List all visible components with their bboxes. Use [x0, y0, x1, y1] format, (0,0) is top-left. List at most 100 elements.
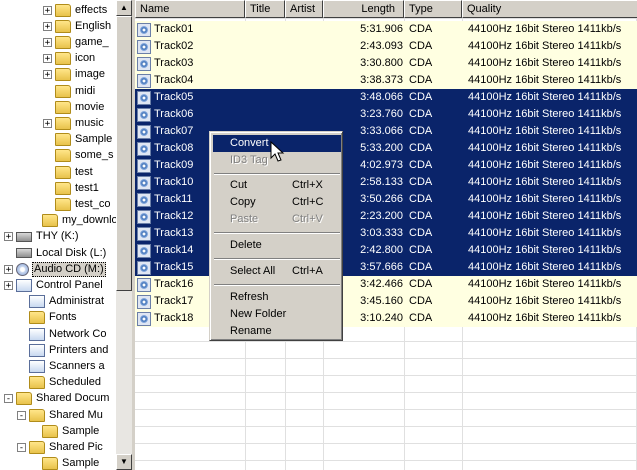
track-name-cell: Track02: [135, 38, 245, 55]
tree-item[interactable]: + English: [43, 18, 112, 34]
tree-item[interactable]: midi: [43, 83, 96, 99]
expand-toggle-icon[interactable]: +: [43, 5, 52, 15]
tree-item[interactable]: + THY (K:): [4, 229, 80, 245]
tree-item-label: Control Panel: [36, 278, 103, 291]
tree-item[interactable]: + game_: [43, 34, 110, 50]
tree-item[interactable]: + image: [43, 67, 106, 83]
expand-toggle-icon[interactable]: +: [4, 232, 13, 242]
track-row[interactable]: Track04 3:38.373 CDA 44100Hz 16bit Stereo 1…: [135, 72, 637, 89]
expand-toggle-icon[interactable]: -: [4, 394, 13, 404]
tree-item[interactable]: + Control Panel: [4, 277, 104, 293]
track-quality: 44100Hz 16bit Stereo 1411kb/s: [468, 227, 622, 239]
track-name: Track07: [154, 125, 194, 137]
menu-item-rename[interactable]: Rename: [213, 323, 341, 340]
column-header-length[interactable]: Length: [323, 0, 404, 18]
menu-item-refresh[interactable]: Refresh: [213, 289, 341, 306]
track-row[interactable]: Track03 3:30.800 CDA 44100Hz 16bit Stereo 1…: [135, 55, 637, 72]
scroll-down-button[interactable]: ▼: [116, 454, 132, 470]
expand-toggle-icon[interactable]: +: [43, 37, 52, 47]
folder-icon: [16, 392, 32, 406]
tree-item[interactable]: my_downlo: [30, 213, 116, 229]
tree-item[interactable]: Fonts: [17, 310, 78, 326]
drive-icon: [16, 248, 32, 258]
track-row[interactable]: Track06 3:23.760 CDA 44100Hz 16bit Stereo 1…: [135, 106, 637, 123]
track-row[interactable]: Track02 2:43.093 CDA 44100Hz 16bit Stereo 1…: [135, 38, 637, 55]
expand-toggle-icon[interactable]: +: [43, 118, 52, 128]
tree-item-label: midi: [75, 84, 96, 97]
control-panel-icon: [29, 295, 45, 309]
menu-item-delete[interactable]: Delete: [213, 237, 341, 254]
expand-toggle-icon[interactable]: -: [17, 410, 26, 420]
folder-icon: [55, 149, 71, 163]
tree-item[interactable]: test_co: [43, 196, 111, 212]
tree-item-label: music: [75, 116, 104, 129]
track-row[interactable]: Track01 5:31.906 CDA 44100Hz 16bit Stereo 1…: [135, 21, 637, 38]
expand-toggle-icon[interactable]: +: [43, 70, 52, 80]
expand-toggle-icon[interactable]: +: [43, 21, 52, 31]
tree-item[interactable]: test1: [43, 180, 100, 196]
tree-item[interactable]: - Shared Mu: [17, 407, 104, 423]
cd-drive-icon: [16, 262, 29, 276]
expand-toggle-icon[interactable]: +: [43, 54, 52, 64]
track-quality: 44100Hz 16bit Stereo 1411kb/s: [468, 244, 622, 256]
menu-item-paste[interactable]: Paste Ctrl+V: [213, 211, 341, 228]
track-row[interactable]: Track05 3:48.066 CDA 44100Hz 16bit Stereo 1…: [135, 89, 637, 106]
track-type: CDA: [409, 125, 433, 137]
menu-item-new-folder[interactable]: New Folder: [213, 306, 341, 323]
expand-toggle-icon[interactable]: +: [4, 264, 13, 274]
track-type: CDA: [409, 210, 433, 222]
tree-item[interactable]: Sample: [43, 132, 113, 148]
tree-item[interactable]: + music: [43, 115, 105, 131]
tree-item[interactable]: + Audio CD (M:): [4, 261, 106, 277]
tree-item-label: Sample: [62, 424, 100, 437]
tree-item[interactable]: + icon: [43, 51, 96, 67]
tree-item[interactable]: Sample: [30, 456, 100, 470]
tree-item-label: Network Co: [49, 327, 107, 340]
menu-item-select-all[interactable]: Select All Ctrl+A: [213, 263, 341, 280]
tree-item[interactable]: Scheduled: [17, 375, 102, 391]
track-type: CDA: [409, 23, 433, 35]
tree-item-label: THY (K:): [36, 230, 79, 243]
expand-toggle-icon[interactable]: +: [4, 280, 13, 290]
cd-track-icon: [137, 277, 151, 292]
folder-icon: [55, 35, 71, 49]
column-header-title[interactable]: Title: [245, 0, 285, 18]
tree-item[interactable]: test: [43, 164, 94, 180]
track-name: Track18: [154, 312, 194, 324]
tree-item[interactable]: - Shared Pic: [17, 439, 104, 455]
tree-item-label: some_s: [75, 149, 114, 162]
scroll-thumb[interactable]: [116, 16, 132, 291]
column-header-quality[interactable]: Quality: [462, 0, 637, 18]
tree-item[interactable]: + effects: [43, 2, 108, 18]
folder-tree[interactable]: + effects + English + game_ + icon + image midi mov…: [0, 0, 116, 470]
tree-vertical-scrollbar[interactable]: ▲ ▼: [116, 0, 132, 470]
column-header-artist[interactable]: Artist: [285, 0, 323, 18]
track-quality: 44100Hz 16bit Stereo 1411kb/s: [468, 278, 622, 290]
tree-item-label: Shared Docum: [36, 392, 110, 405]
expand-toggle-icon[interactable]: -: [17, 442, 26, 452]
column-header-type[interactable]: Type: [404, 0, 462, 18]
tree-item[interactable]: Sample: [30, 423, 100, 439]
cd-track-icon: [137, 90, 151, 105]
control-panel-icon: [29, 343, 45, 357]
tree-item[interactable]: Printers and: [17, 342, 109, 358]
scroll-up-button[interactable]: ▲: [116, 0, 132, 16]
tree-item[interactable]: Administrat: [17, 294, 105, 310]
tree-item[interactable]: Local Disk (L:): [4, 245, 107, 261]
tree-item[interactable]: some_s: [43, 148, 115, 164]
menu-item-cut[interactable]: Cut Ctrl+X: [213, 177, 341, 194]
cd-track-icon: [137, 294, 151, 309]
cd-track-icon: [137, 22, 151, 37]
tree-item[interactable]: movie: [43, 99, 105, 115]
track-type: CDA: [409, 295, 433, 307]
folder-icon: [55, 19, 71, 33]
track-name-cell: Track01: [135, 21, 245, 38]
track-type: CDA: [409, 74, 433, 86]
tree-item[interactable]: Scanners a: [17, 358, 106, 374]
tree-item-label: movie: [75, 100, 105, 113]
menu-item-copy[interactable]: Copy Ctrl+C: [213, 194, 341, 211]
column-header-name[interactable]: Name: [135, 0, 245, 18]
tree-item[interactable]: - Shared Docum: [4, 391, 110, 407]
folder-icon: [29, 311, 45, 325]
tree-item[interactable]: Network Co: [17, 326, 107, 342]
